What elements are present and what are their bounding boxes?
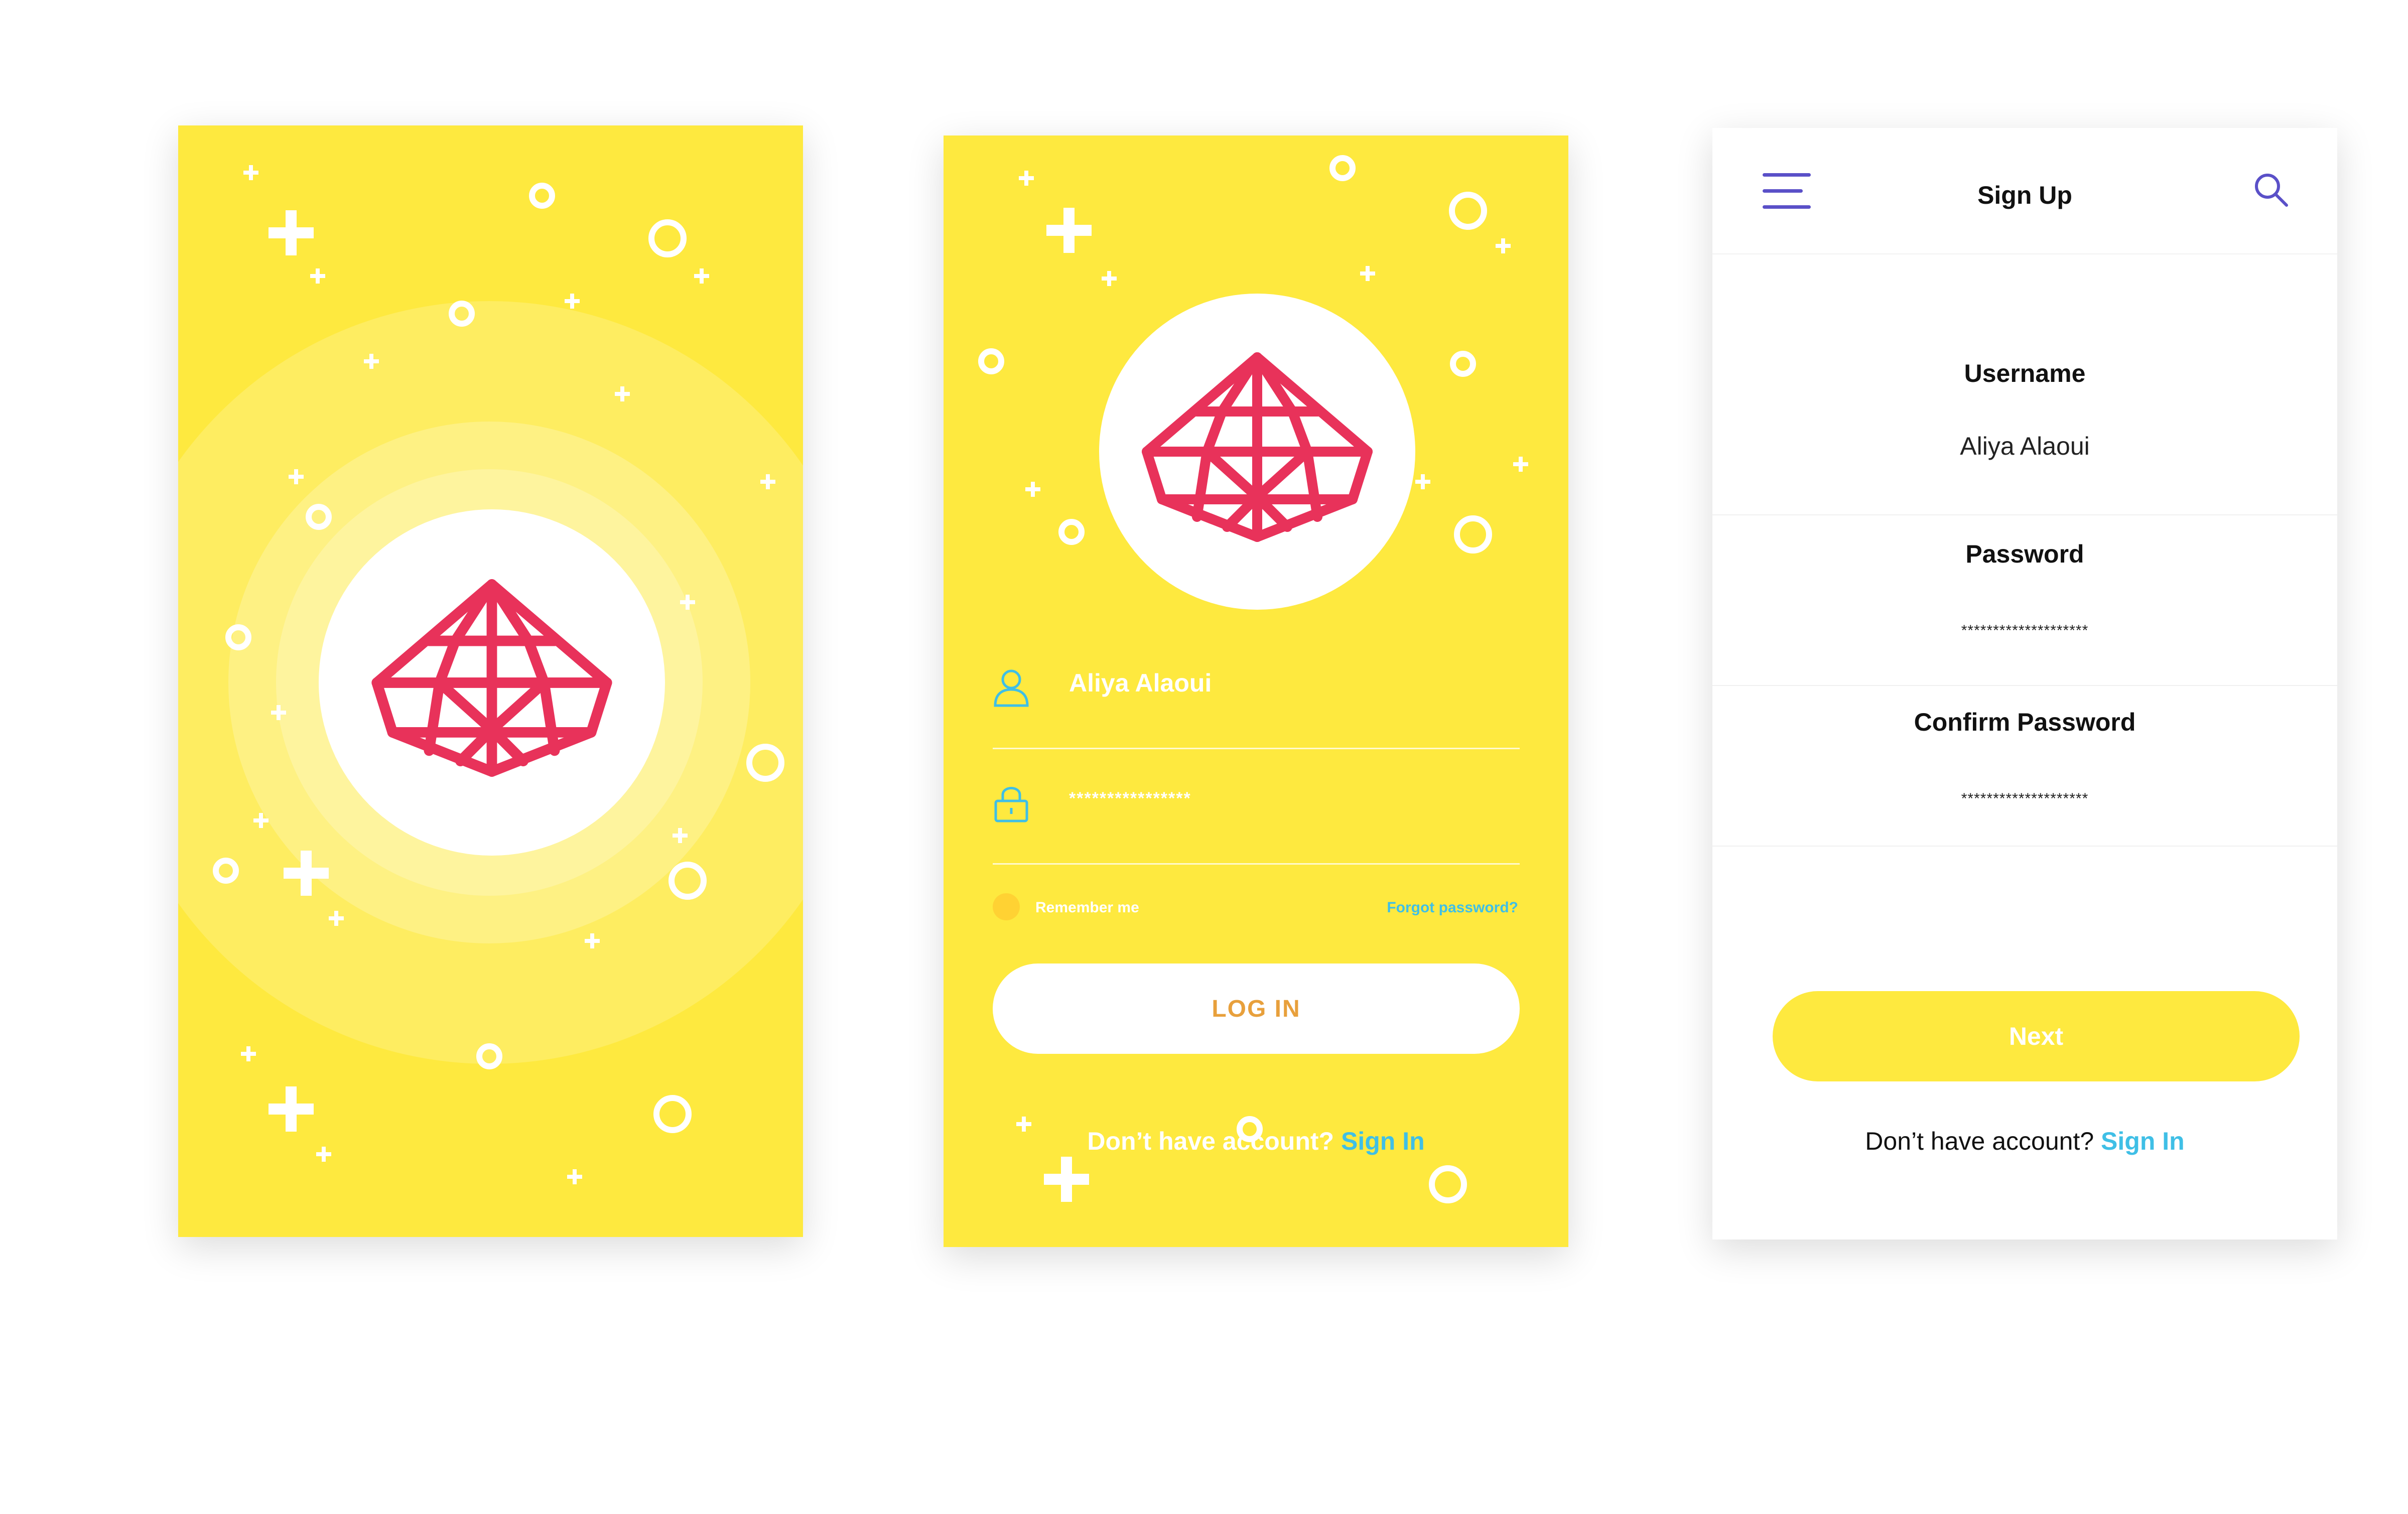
signin-prompt: Don’t have account? Sign In xyxy=(1712,1127,2337,1156)
gem-logo-icon xyxy=(371,579,612,777)
divider xyxy=(1712,685,2337,686)
password-field[interactable]: **************** xyxy=(993,753,1520,865)
confirm-password-label: Confirm Password xyxy=(1914,708,2136,736)
remember-me-checkbox[interactable] xyxy=(993,893,1020,920)
gem-logo-icon xyxy=(1142,352,1373,542)
confirm-password-input[interactable]: ******************** xyxy=(1712,790,2337,807)
password-label: Password xyxy=(1965,540,2084,568)
no-account-text: Don’t have account? xyxy=(1087,1127,1334,1155)
user-icon xyxy=(994,669,1029,707)
signin-prompt: Don’t have account? Sign In xyxy=(944,1127,1568,1156)
sign-in-link[interactable]: Sign In xyxy=(2101,1127,2185,1155)
username-input[interactable]: Aliya Alaoui xyxy=(1069,668,1212,698)
sign-in-link[interactable]: Sign In xyxy=(1341,1127,1425,1155)
search-icon[interactable] xyxy=(2253,172,2290,208)
remember-me-label: Remember me xyxy=(1035,899,1139,916)
forgot-password-link[interactable]: Forgot password? xyxy=(1387,899,1518,916)
divider xyxy=(1712,514,2337,515)
signup-screen: Sign Up Username Aliya Alaoui Password *… xyxy=(1712,128,2337,1240)
login-button[interactable]: LOG IN xyxy=(993,964,1520,1054)
next-button[interactable]: Next xyxy=(1773,991,2300,1081)
password-input[interactable]: ******************** xyxy=(1712,622,2337,639)
splash-screen xyxy=(178,125,803,1237)
username-label: Username xyxy=(1964,359,2086,387)
divider xyxy=(1712,846,2337,847)
username-input[interactable]: Aliya Alaoui xyxy=(1712,432,2337,461)
login-logo-circle xyxy=(1099,294,1415,610)
no-account-text: Don’t have account? xyxy=(1865,1127,2094,1155)
password-input[interactable]: **************** xyxy=(1069,789,1191,808)
lock-icon xyxy=(994,787,1028,822)
username-field[interactable]: Aliya Alaoui xyxy=(993,637,1520,749)
page-title: Sign Up xyxy=(1977,181,2072,209)
login-screen: Aliya Alaoui **************** Remember m… xyxy=(944,135,1568,1247)
splash-logo-circle xyxy=(319,509,665,856)
signup-top-bar: Sign Up xyxy=(1712,128,2337,254)
